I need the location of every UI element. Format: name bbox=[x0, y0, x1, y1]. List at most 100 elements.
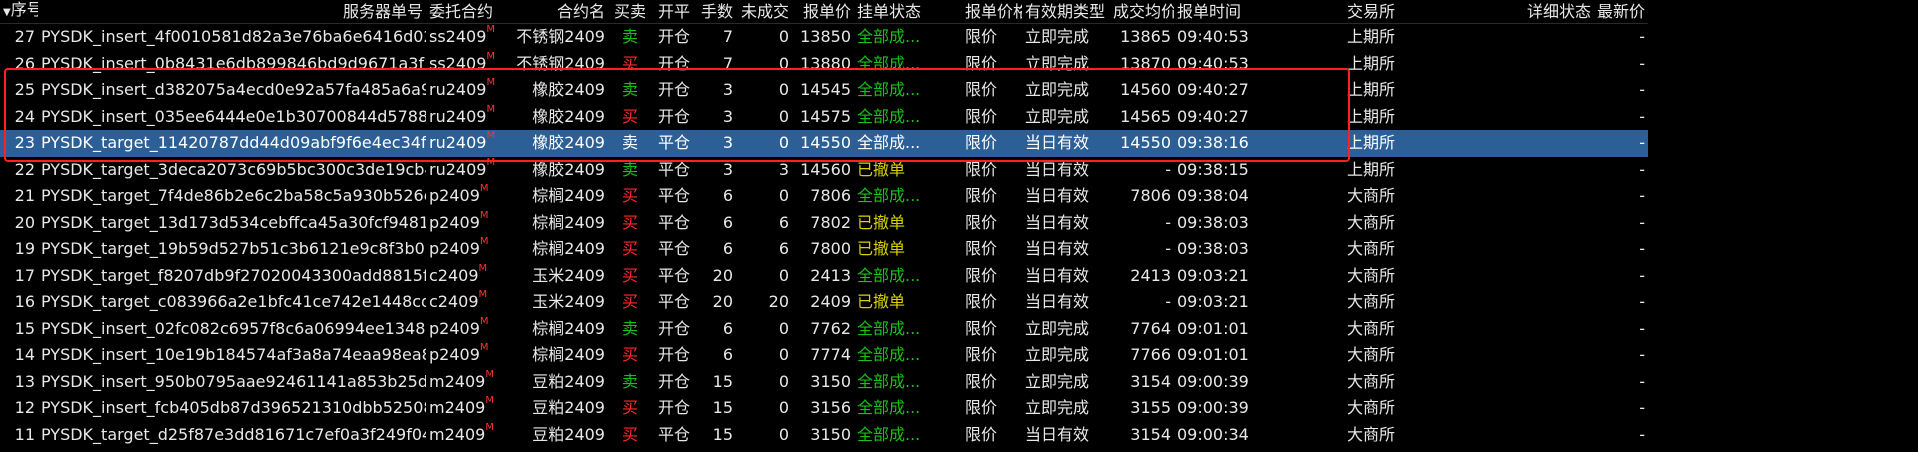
table-row[interactable]: 24 PYSDK_insert_035ee6444e0e1b30700844d57… bbox=[0, 104, 1648, 131]
table-row[interactable]: 22 PYSDK_target_3deca2073c69b5bc300c3de19… bbox=[0, 157, 1648, 184]
cell-detail bbox=[1398, 342, 1594, 369]
cell-lots: 3 bbox=[722, 80, 733, 99]
cell-contract: c2409M bbox=[429, 262, 488, 285]
table-row[interactable]: 11 PYSDK_target_d25f87e3dd81671c7ef0a3f24… bbox=[0, 422, 1648, 449]
column-header-contract-name[interactable]: 合约名 bbox=[496, 0, 608, 24]
cell-contract: p2409M bbox=[429, 342, 489, 364]
cell-validity: 立即完成 bbox=[1025, 345, 1090, 364]
cell-contract-name: 玉米2409 bbox=[532, 265, 605, 285]
cell-seq: 26 bbox=[14, 53, 35, 73]
cell-direction: 买 bbox=[621, 398, 638, 417]
cell-status: 全部成... bbox=[857, 53, 921, 73]
cell-status: 已撤单 bbox=[857, 212, 906, 232]
column-header-validity[interactable]: 有效期类型 bbox=[1022, 0, 1110, 24]
column-header-fill-price[interactable]: 成交均价 bbox=[1110, 0, 1174, 24]
cell-status: 全部成... bbox=[857, 371, 921, 391]
column-header-price-cond[interactable]: 报单价格条件 bbox=[962, 0, 1022, 24]
cell-exchange: 大商所 bbox=[1346, 265, 1395, 285]
cell-lots: 6 bbox=[722, 239, 733, 258]
cell-status: 全部成... bbox=[857, 265, 921, 285]
column-header-direction[interactable]: 买卖 bbox=[608, 0, 652, 24]
column-header-detail[interactable]: 详细状态 bbox=[1398, 0, 1594, 24]
cell-contract: m2409M bbox=[429, 395, 494, 417]
cell-exchange: 上期所 bbox=[1346, 80, 1395, 99]
column-header-offset[interactable]: 开平 bbox=[652, 0, 696, 24]
column-header-last-price[interactable]: 最新价 bbox=[1594, 0, 1648, 24]
cell-seq: 16 bbox=[14, 292, 35, 311]
cell-contract: c2409M bbox=[429, 289, 488, 311]
cell-offset: 开仓 bbox=[657, 398, 690, 417]
cell-offset: 开仓 bbox=[657, 371, 690, 391]
cell-price: 7800 bbox=[810, 239, 851, 258]
cell-last-price: - bbox=[1639, 159, 1645, 179]
cell-price: 2409 bbox=[810, 292, 851, 311]
column-header-status[interactable]: 挂单状态 bbox=[854, 0, 962, 24]
table-row[interactable]: 19 PYSDK_target_19b59d527b51c3b6121e9c8f3… bbox=[0, 236, 1648, 263]
table-row[interactable]: 23 PYSDK_target_11420787dd44d09abf9f6e4ec… bbox=[0, 130, 1648, 157]
table-row[interactable]: 27 PYSDK_insert_4f0010581d82a3e76ba6e6416… bbox=[0, 24, 1648, 51]
column-header-price[interactable]: 报单价 bbox=[792, 0, 854, 24]
cell-contract: ru2409M bbox=[429, 156, 496, 179]
cell-direction: 卖 bbox=[621, 27, 638, 46]
table-row[interactable]: 14 PYSDK_insert_10e19b184574af3a8a74eaa98… bbox=[0, 342, 1648, 369]
table-row[interactable]: 17 PYSDK_target_f8207db9f27020043300add88… bbox=[0, 263, 1648, 290]
table-row[interactable]: 20 PYSDK_target_13d173d534cebffca45a30fcf… bbox=[0, 210, 1648, 237]
table-row[interactable]: 16 PYSDK_target_c083966a2e1bfc41ce742e144… bbox=[0, 289, 1648, 316]
table-row[interactable]: 15 PYSDK_insert_02fc082c6957f8c6a06994ee1… bbox=[0, 316, 1648, 343]
cell-offset: 平仓 bbox=[657, 424, 690, 444]
orders-table-body: 27 PYSDK_insert_4f0010581d82a3e76ba6e6416… bbox=[0, 24, 1648, 449]
cell-offset: 平仓 bbox=[657, 292, 690, 311]
cell-lots: 15 bbox=[712, 424, 733, 444]
cell-last-price: - bbox=[1639, 186, 1645, 205]
cell-server-no: PYSDK_insert_d382075a4ecd0e92a57fa485a6a… bbox=[41, 80, 426, 99]
cell-unfilled: 0 bbox=[778, 318, 789, 338]
table-row[interactable]: 12 PYSDK_insert_fcb405db87d396521310dbb52… bbox=[0, 395, 1648, 422]
contract-flag-badge: M bbox=[478, 289, 488, 300]
cell-server-no: PYSDK_insert_02fc082c6957f8c6a06994ee134… bbox=[41, 318, 426, 338]
cell-unfilled: 6 bbox=[778, 239, 789, 258]
contract-flag-badge: M bbox=[478, 262, 488, 274]
contract-flag-badge: M bbox=[486, 156, 496, 168]
cell-lots: 6 bbox=[722, 345, 733, 364]
column-header-unfilled[interactable]: 未成交 bbox=[736, 0, 792, 24]
cell-validity: 立即完成 bbox=[1025, 371, 1090, 391]
cell-last-price: - bbox=[1639, 318, 1645, 338]
cell-time: 09:03:21 bbox=[1177, 292, 1249, 311]
cell-seq: 19 bbox=[14, 239, 35, 258]
cell-contract: p2409M bbox=[429, 236, 489, 258]
cell-contract: p2409M bbox=[429, 209, 489, 232]
column-header-lots[interactable]: 手数 bbox=[696, 0, 736, 24]
cell-fill-price: 14565 bbox=[1120, 106, 1171, 126]
column-header-server-no[interactable]: 服务器单号 bbox=[38, 0, 426, 24]
cell-validity: 当日有效 bbox=[1022, 130, 1110, 157]
cell-detail bbox=[1398, 77, 1594, 104]
cell-validity: 立即完成 bbox=[1025, 318, 1090, 338]
sort-arrow-icon: ▼ bbox=[3, 7, 11, 18]
cell-fill-price: 2413 bbox=[1130, 265, 1171, 285]
cell-direction: 买 bbox=[621, 186, 638, 205]
cell-exchange: 大商所 bbox=[1346, 186, 1395, 205]
cell-last-price: - bbox=[1639, 27, 1645, 46]
table-row[interactable]: 13 PYSDK_insert_950b0795aae92461141a853b2… bbox=[0, 369, 1648, 396]
cell-status: 全部成... bbox=[857, 106, 921, 126]
cell-direction: 卖 bbox=[621, 159, 638, 179]
cell-detail bbox=[1398, 24, 1594, 51]
cell-detail bbox=[1398, 369, 1594, 396]
cell-offset: 开仓 bbox=[657, 80, 690, 99]
cell-price-cond: 限价 bbox=[965, 212, 998, 232]
cell-validity: 当日有效 bbox=[1025, 265, 1090, 285]
cell-exchange: 大商所 bbox=[1346, 345, 1395, 364]
cell-direction: 买 bbox=[621, 345, 638, 364]
table-row[interactable]: 21 PYSDK_target_7f4de86b2e6c2ba58c5a930b5… bbox=[0, 183, 1648, 210]
cell-direction: 卖 bbox=[621, 80, 638, 99]
column-header-seq[interactable]: ▼序号 bbox=[0, 0, 38, 24]
cell-status: 全部成... bbox=[857, 424, 921, 444]
table-row[interactable]: 25 PYSDK_insert_d382075a4ecd0e92a57fa485a… bbox=[0, 77, 1648, 104]
cell-exchange: 大商所 bbox=[1346, 239, 1395, 258]
column-header-contract[interactable]: 委托合约 bbox=[426, 0, 496, 24]
column-header-exchange[interactable]: 交易所 bbox=[1278, 0, 1398, 24]
cell-price-cond: 限价 bbox=[965, 292, 998, 311]
table-row[interactable]: 26 PYSDK_insert_0b8431e6db899846bd9d9671a… bbox=[0, 51, 1648, 78]
cell-exchange: 上期所 bbox=[1346, 106, 1395, 126]
column-header-time[interactable]: 报单时间 bbox=[1174, 0, 1278, 24]
